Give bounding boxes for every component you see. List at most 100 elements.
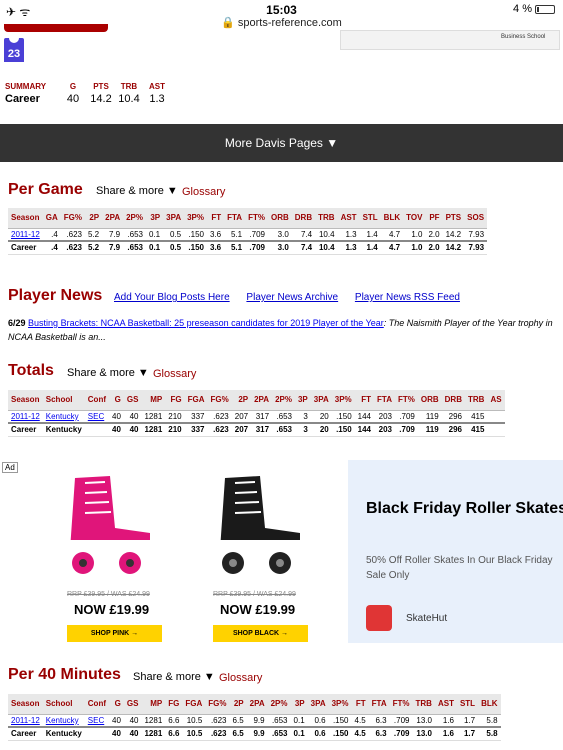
column-header[interactable]: FGA (182, 694, 206, 715)
column-header[interactable]: TRB (315, 208, 338, 229)
column-header[interactable]: FG (165, 694, 183, 715)
column-header[interactable]: 2P (229, 694, 247, 715)
table-cell[interactable]: 2011-12 (8, 410, 43, 424)
column-header[interactable]: PF (425, 208, 443, 229)
ad-text-panel[interactable]: Black Friday Roller Skates 50% Off Rolle… (348, 460, 563, 643)
glossary-link[interactable]: Glossary (219, 672, 262, 684)
table-cell: .4 (42, 240, 61, 255)
column-header[interactable]: 2P% (267, 694, 291, 715)
old-price: RRP £39.95 / WAS £24.99 (67, 591, 150, 598)
table-cell[interactable]: SEC (84, 714, 109, 728)
column-header[interactable]: 3PA (163, 208, 185, 229)
column-header[interactable]: ORB (267, 208, 292, 229)
share-more-button[interactable]: Share & more ▼ (96, 185, 178, 197)
news-headline-link[interactable]: Busting Brackets: NCAA Basketball: 25 pr… (28, 318, 384, 328)
column-header[interactable]: 3P (146, 208, 164, 229)
shop-black-button[interactable]: SHOP BLACK → (213, 625, 308, 642)
column-header[interactable]: 3PA (307, 694, 329, 715)
share-more-button[interactable]: Share & more ▼ (67, 367, 149, 379)
column-header[interactable]: Season (8, 694, 43, 715)
column-header[interactable]: 3P (294, 390, 311, 411)
table-cell[interactable]: 2011-12 (8, 714, 43, 728)
column-header[interactable]: 2P (231, 390, 252, 411)
header-button[interactable] (4, 24, 108, 32)
column-header[interactable]: MP (141, 694, 166, 715)
column-header[interactable]: 3P% (184, 208, 207, 229)
column-header[interactable]: 3P (290, 694, 308, 715)
table-cell[interactable]: Kentucky (42, 714, 85, 728)
column-header[interactable]: FT% (389, 694, 413, 715)
column-header[interactable]: AST (337, 208, 360, 229)
column-header[interactable]: FG% (60, 208, 85, 229)
column-header[interactable]: FGA (184, 390, 208, 411)
table-cell: .150 (331, 410, 355, 424)
column-header[interactable]: School (42, 390, 85, 411)
table-cell[interactable]: SEC (84, 410, 109, 424)
column-header[interactable]: Conf (84, 390, 109, 411)
column-header[interactable]: FTA (374, 390, 395, 411)
per-game-table: Season GA FG% 2P 2PA 2P% 3P 3PA 3P% FT FTA FT% ORB DR… (8, 208, 488, 255)
column-header[interactable]: BLK (380, 208, 404, 229)
column-header[interactable]: 2P% (272, 390, 295, 411)
column-header[interactable]: Season (8, 390, 43, 411)
column-header[interactable]: FG% (205, 694, 230, 715)
column-header[interactable]: FG (165, 390, 185, 411)
column-header[interactable]: GS (123, 694, 142, 715)
column-header[interactable]: G (109, 694, 124, 715)
column-header[interactable]: FT (207, 208, 225, 229)
column-header[interactable]: TRB (412, 694, 435, 715)
column-header[interactable]: FT% (245, 208, 268, 229)
column-header[interactable]: 2PA (102, 208, 124, 229)
column-header[interactable]: AS (487, 390, 505, 411)
column-header[interactable]: BLK (478, 694, 501, 715)
table-cell[interactable]: Kentucky (42, 410, 85, 424)
column-header[interactable]: FT (354, 390, 375, 411)
news-archive-link[interactable]: Player News Archive (246, 292, 338, 303)
column-header[interactable]: 3P% (331, 390, 355, 411)
column-header[interactable]: 3PA (310, 390, 332, 411)
table-cell: .653 (267, 714, 291, 728)
ad-brand[interactable]: SkateHut (406, 613, 447, 624)
column-header[interactable]: DRB (291, 208, 316, 229)
column-header[interactable]: 2P% (123, 208, 146, 229)
column-header[interactable]: 2PA (251, 390, 273, 411)
glossary-link[interactable]: Glossary (153, 368, 196, 380)
column-header[interactable]: G (109, 390, 124, 411)
column-header[interactable]: GS (123, 390, 142, 411)
more-pages-button[interactable]: More Davis Pages ▼ (0, 124, 563, 162)
column-header[interactable]: STL (456, 694, 479, 715)
ad-headline[interactable]: Black Friday Roller Skates (366, 500, 563, 518)
column-header[interactable]: FTA (368, 694, 390, 715)
shop-pink-button[interactable]: SHOP PINK → (67, 625, 162, 642)
column-header[interactable]: STL (359, 208, 381, 229)
column-header[interactable]: AST (434, 694, 457, 715)
column-header[interactable]: 2PA (246, 694, 268, 715)
column-header[interactable]: MP (141, 390, 166, 411)
table-cell: 415 (465, 422, 488, 437)
column-header[interactable]: FT% (394, 390, 418, 411)
advertisement[interactable]: Ad RRP £39.95 / WAS £24.99 NOW £19.99 SH… (0, 460, 563, 643)
news-rss-link[interactable]: Player News RSS Feed (355, 292, 460, 303)
glossary-link[interactable]: Glossary (182, 186, 225, 198)
table-cell[interactable]: 2011-12 (8, 228, 43, 242)
table-row: Career Kentucky 40 40 1281 6.6 10.5.623 6.5 9.9.… (8, 726, 501, 741)
column-header[interactable]: GA (42, 208, 61, 229)
column-header[interactable]: Season (8, 208, 43, 229)
column-header[interactable]: TRB (465, 390, 488, 411)
column-header[interactable]: DRB (441, 390, 465, 411)
column-header[interactable]: School (42, 694, 85, 715)
news-links: Add Your Blog Posts Here Player News Arc… (114, 292, 474, 303)
column-header[interactable]: PTS (442, 208, 465, 229)
table-cell: 119 (417, 422, 442, 437)
column-header[interactable]: ORB (417, 390, 442, 411)
column-header[interactable]: Conf (84, 694, 109, 715)
blog-posts-link[interactable]: Add Your Blog Posts Here (114, 292, 230, 303)
column-header[interactable]: TOV (403, 208, 426, 229)
column-header[interactable]: FT (351, 694, 369, 715)
column-header[interactable]: FG% (207, 390, 232, 411)
column-header[interactable]: 3P% (328, 694, 352, 715)
column-header[interactable]: FTA (224, 208, 246, 229)
column-header[interactable]: 2P (85, 208, 103, 229)
column-header[interactable]: SOS (464, 208, 488, 229)
share-more-button[interactable]: Share & more ▼ (133, 671, 215, 683)
